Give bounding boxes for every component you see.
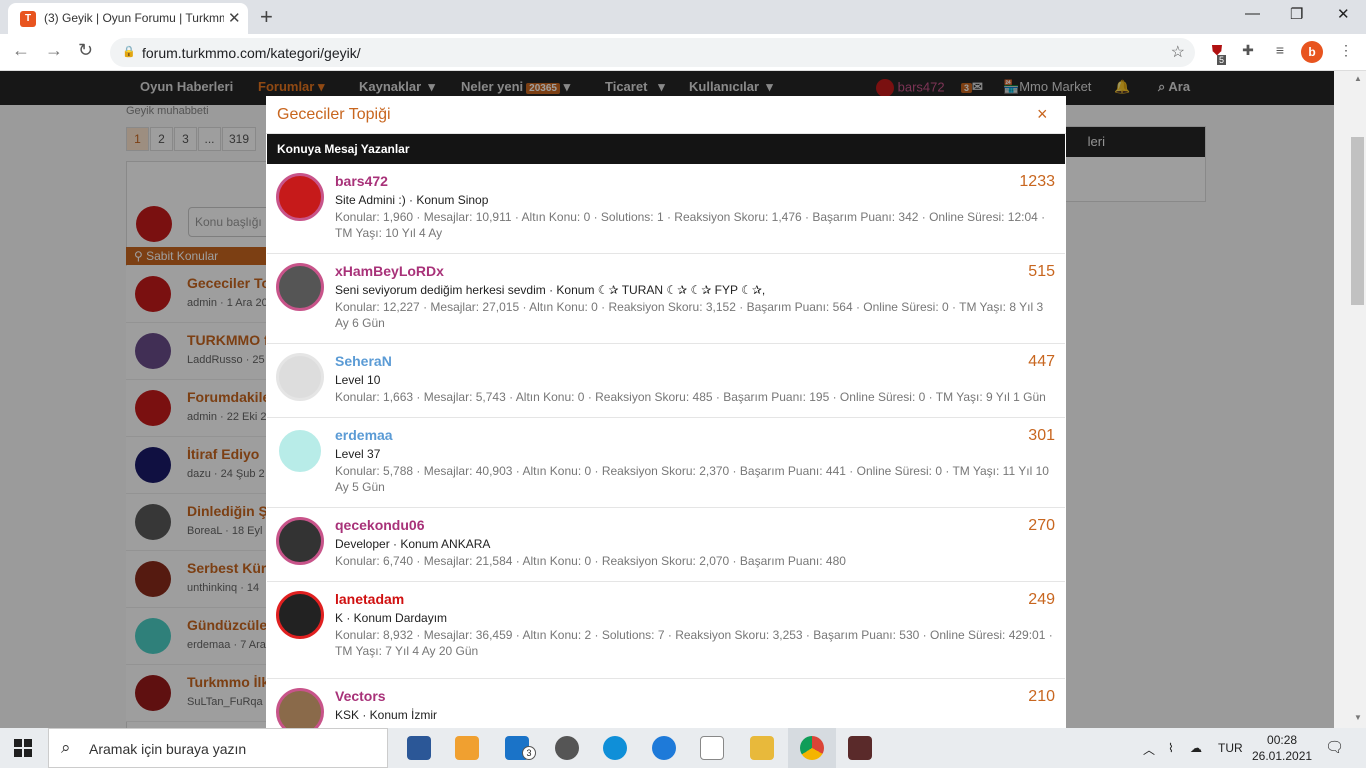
search-icon: ⌕	[61, 738, 71, 757]
participant-title: Site Admini :) · Konum Sinop	[335, 193, 489, 207]
tray-chevron-icon[interactable]: ︿	[1143, 741, 1155, 758]
extensions-puzzle-icon[interactable]: ✚	[1238, 42, 1258, 62]
new-tab-icon[interactable]: +	[260, 4, 273, 30]
extension-badge: 5	[1217, 55, 1227, 65]
participant-row: bars472 1233 Site Admini :) · Konum Sinop K…	[267, 164, 1065, 254]
document-icon[interactable]	[700, 736, 724, 760]
participant-name[interactable]: erdemaa	[335, 427, 393, 443]
participant-name[interactable]: lanetadam	[335, 591, 404, 607]
edge-browser-icon[interactable]	[603, 736, 627, 760]
media-control-icon[interactable]: ≡	[1270, 42, 1290, 62]
participant-post-count: 270	[1028, 517, 1055, 534]
participant-avatar[interactable]	[276, 173, 324, 221]
bookmark-star-icon[interactable]: ☆	[1171, 42, 1185, 62]
participant-row: qecekondu06 270 Developer · Konum ANKARA Ko…	[267, 508, 1065, 582]
participant-post-count: 1233	[1019, 173, 1055, 190]
browser-tab[interactable]: T (3) Geyik | Oyun Forumu | Turkmmo ✕	[8, 3, 248, 34]
participants-modal: Gececiler Topiği × Konuya Mesaj Yazanlar…	[266, 96, 1066, 728]
participant-stats: Konular: 1,960 · Mesajlar: 10,911 · Altı…	[335, 210, 1046, 240]
participant-title: Level 37	[335, 447, 381, 461]
onedrive-cloud-icon[interactable]: ☁	[1190, 741, 1202, 755]
clock-time: 00:28	[1267, 733, 1298, 747]
participant-stats: Konular: 12,227 · Mesajlar: 27,015 · Alt…	[335, 300, 1044, 330]
participant-row: xHamBeyLoRDx 515 Seni seviyorum dediğim he…	[267, 254, 1065, 344]
participant-title: Level 10	[335, 373, 381, 387]
browser-tab-bar: T (3) Geyik | Oyun Forumu | Turkmmo ✕ + …	[0, 0, 1366, 34]
participant-stats: Konular: 1,663 · Mesajlar: 5,743 · Altın…	[335, 390, 1046, 404]
participant-post-count: 249	[1028, 591, 1055, 608]
participant-row: lanetadam 249 K · Konum Dardayım Konular: 8…	[267, 582, 1065, 679]
scrollbar-thumb[interactable]	[1351, 137, 1364, 305]
notifications-icon[interactable]: 🗨	[1325, 738, 1344, 756]
modal-title: Gececiler Topiği	[277, 106, 391, 123]
internet-explorer-icon[interactable]	[652, 736, 676, 760]
scroll-up-icon[interactable]: ▲	[1354, 74, 1362, 83]
modal-close-icon[interactable]: ×	[1037, 104, 1048, 125]
tab-close-icon[interactable]: ✕	[228, 9, 241, 27]
network-icon[interactable]: ⌇	[1168, 741, 1174, 755]
lock-icon: 🔒	[122, 46, 136, 58]
participant-title: K · Konum Dardayım	[335, 611, 448, 625]
participant-avatar[interactable]	[276, 517, 324, 565]
tab-title: (3) Geyik | Oyun Forumu | Turkmmo	[44, 11, 224, 25]
participant-stats: Konular: 8,932 · Mesajlar: 36,459 · Altı…	[335, 628, 1053, 658]
participant-name[interactable]: bars472	[335, 173, 388, 189]
participant-name[interactable]: SeheraN	[335, 353, 392, 369]
window-close-icon[interactable]: ✕	[1337, 5, 1350, 23]
participant-title: Seni seviyorum dediğim herkesi sevdim · …	[335, 283, 766, 297]
profile-avatar[interactable]: b	[1301, 41, 1323, 63]
browser-toolbar: ← → ↻ 🔒 forum.turkmmo.com/kategori/geyik…	[0, 34, 1366, 71]
windows-taskbar: ⌕ Aramak için buraya yazın 3 ︿ ⌇ ☁ TUR 0…	[0, 728, 1366, 768]
mail-badge: 3	[522, 746, 536, 760]
url-text: forum.turkmmo.com/kategori/geyik/	[142, 45, 361, 61]
back-icon[interactable]: ←	[12, 40, 30, 61]
participant-avatar[interactable]	[276, 263, 324, 311]
browser-menu-icon[interactable]: ⋮	[1336, 42, 1356, 62]
chrome-icon	[800, 736, 824, 760]
game-app-icon[interactable]	[848, 736, 872, 760]
app-icon[interactable]	[407, 736, 431, 760]
participant-row: SeheraN 447 Level 10 Konular: 1,663 · Mesaj…	[267, 344, 1065, 418]
taskbar-search-placeholder: Aramak için buraya yazın	[89, 741, 247, 757]
file-explorer-icon[interactable]	[750, 736, 774, 760]
chrome-taskbar-active[interactable]	[788, 728, 836, 768]
media-player-icon[interactable]	[455, 736, 479, 760]
page-scrollbar[interactable]: ▲ ▼	[1334, 71, 1366, 728]
windows-start-icon[interactable]	[14, 739, 32, 757]
participant-post-count: 210	[1028, 688, 1055, 705]
participant-name[interactable]: qecekondu06	[335, 517, 424, 533]
site-favicon-icon: T	[20, 11, 36, 27]
participant-title: Developer · Konum ANKARA	[335, 537, 491, 551]
modal-section-header: Konuya Mesaj Yazanlar	[267, 134, 1065, 164]
participant-post-count: 515	[1028, 263, 1055, 280]
participant-post-count: 447	[1028, 353, 1055, 370]
reload-icon[interactable]: ↻	[78, 40, 93, 61]
participant-title: KSK · Konum İzmir	[335, 708, 438, 722]
participant-avatar[interactable]	[276, 591, 324, 639]
modal-header: Gececiler Topiği ×	[266, 96, 1066, 134]
system-clock[interactable]: 00:28 26.01.2021	[1252, 732, 1312, 764]
clock-date: 26.01.2021	[1252, 749, 1313, 763]
participant-avatar[interactable]	[276, 353, 324, 401]
maximize-icon[interactable]: ❐	[1290, 5, 1303, 23]
participant-name[interactable]: Vectors	[335, 688, 386, 704]
participant-post-count: 301	[1028, 427, 1055, 444]
forward-icon[interactable]: →	[45, 40, 63, 61]
minimize-icon[interactable]: —	[1245, 5, 1260, 22]
scroll-down-icon[interactable]: ▼	[1354, 713, 1362, 722]
participant-stats: Konular: 6,740 · Mesajlar: 21,584 · Altı…	[335, 554, 846, 568]
settings-app-icon[interactable]	[555, 736, 579, 760]
taskbar-search-box[interactable]: ⌕ Aramak için buraya yazın	[48, 728, 388, 768]
participant-row: Vectors 210 KSK · Konum İzmir	[267, 679, 1065, 728]
participant-stats: Konular: 5,788 · Mesajlar: 40,903 · Altı…	[335, 464, 1049, 494]
participant-name[interactable]: xHamBeyLoRDx	[335, 263, 444, 279]
participant-avatar[interactable]	[276, 688, 324, 728]
language-indicator[interactable]: TUR	[1218, 741, 1243, 755]
address-bar[interactable]: 🔒 forum.turkmmo.com/kategori/geyik/ ☆	[110, 38, 1195, 67]
participant-row: erdemaa 301 Level 37 Konular: 5,788 · Mesaj…	[267, 418, 1065, 508]
participant-avatar[interactable]	[276, 427, 324, 475]
